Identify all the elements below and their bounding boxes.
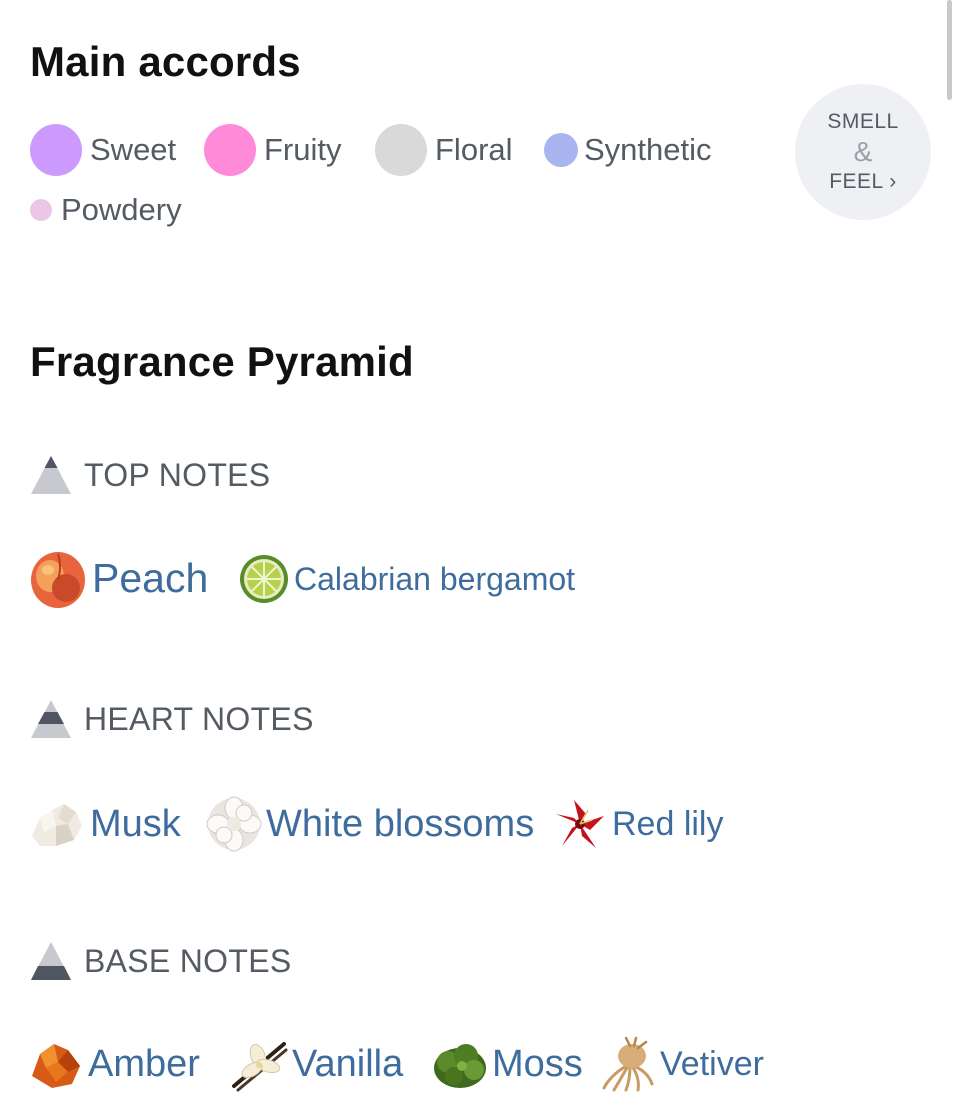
note-label: Musk bbox=[90, 802, 181, 845]
accord-floral: Floral bbox=[375, 124, 513, 176]
bergamot-icon bbox=[240, 555, 288, 603]
peach-icon bbox=[31, 552, 85, 608]
pyramid-top-icon bbox=[31, 456, 71, 494]
accord-label: Synthetic bbox=[584, 132, 712, 167]
accord-label: Sweet bbox=[90, 132, 177, 167]
accord-dot-floral bbox=[375, 124, 427, 176]
musk-icon bbox=[32, 804, 82, 846]
note-label: White blossoms bbox=[266, 802, 535, 845]
white-blossoms-icon bbox=[206, 796, 262, 852]
vanilla-icon bbox=[232, 1042, 288, 1092]
accord-label: Fruity bbox=[264, 132, 342, 167]
accord-powdery: Powdery bbox=[30, 192, 182, 228]
accord-dot-powdery bbox=[30, 199, 52, 221]
smell-feel-line2: FEEL › bbox=[829, 170, 897, 193]
pyramid-base-icon bbox=[31, 942, 71, 980]
accord-label: Floral bbox=[435, 132, 513, 167]
scrollbar[interactable] bbox=[947, 0, 952, 100]
accord-synthetic: Synthetic bbox=[544, 132, 712, 168]
note-amber[interactable]: Amber bbox=[28, 1036, 200, 1092]
red-lily-icon bbox=[556, 800, 604, 848]
note-label: Peach bbox=[92, 554, 209, 601]
main-accords-title: Main accords bbox=[30, 38, 301, 85]
heart-notes-label: HEART NOTES bbox=[84, 700, 314, 737]
note-moss[interactable]: Moss bbox=[432, 1036, 583, 1092]
accord-label: Powdery bbox=[61, 192, 182, 227]
smell-feel-amp: & bbox=[853, 136, 873, 167]
top-notes-header: TOP NOTES bbox=[30, 454, 270, 496]
accord-dot-fruity bbox=[204, 124, 256, 176]
note-white-blossoms[interactable]: White blossoms bbox=[206, 796, 534, 852]
note-vanilla[interactable]: Vanilla bbox=[230, 1036, 403, 1092]
accord-sweet: Sweet bbox=[30, 124, 176, 176]
smell-feel-line1: SMELL bbox=[827, 110, 899, 133]
base-notes-label: BASE NOTES bbox=[84, 942, 292, 979]
base-notes-header: BASE NOTES bbox=[30, 940, 292, 982]
fragrance-pyramid-title: Fragrance Pyramid bbox=[30, 338, 414, 385]
smell-feel-button[interactable]: SMELL & FEEL › bbox=[795, 84, 931, 220]
accord-fruity: Fruity bbox=[204, 124, 342, 176]
note-red-lily[interactable]: Red lily bbox=[552, 796, 723, 852]
note-vetiver[interactable]: Vetiver bbox=[600, 1036, 764, 1092]
amber-icon bbox=[32, 1044, 80, 1088]
note-calabrian-bergamot[interactable]: Calabrian bergamot bbox=[238, 553, 575, 605]
note-musk[interactable]: Musk bbox=[26, 796, 181, 852]
accord-dot-synthetic bbox=[544, 133, 578, 167]
top-notes-label: TOP NOTES bbox=[84, 456, 271, 493]
heart-notes-header: HEART NOTES bbox=[30, 698, 314, 740]
note-peach[interactable]: Peach bbox=[28, 546, 208, 610]
note-label: Moss bbox=[492, 1042, 583, 1085]
note-label: Red lily bbox=[612, 804, 724, 843]
note-label: Calabrian bergamot bbox=[294, 560, 576, 597]
note-label: Amber bbox=[88, 1042, 200, 1085]
note-label: Vanilla bbox=[292, 1042, 404, 1085]
moss-icon bbox=[434, 1044, 486, 1088]
pyramid-heart-icon bbox=[31, 700, 71, 738]
vetiver-icon bbox=[602, 1036, 654, 1092]
note-label: Vetiver bbox=[660, 1044, 764, 1083]
accord-dot-sweet bbox=[30, 124, 82, 176]
